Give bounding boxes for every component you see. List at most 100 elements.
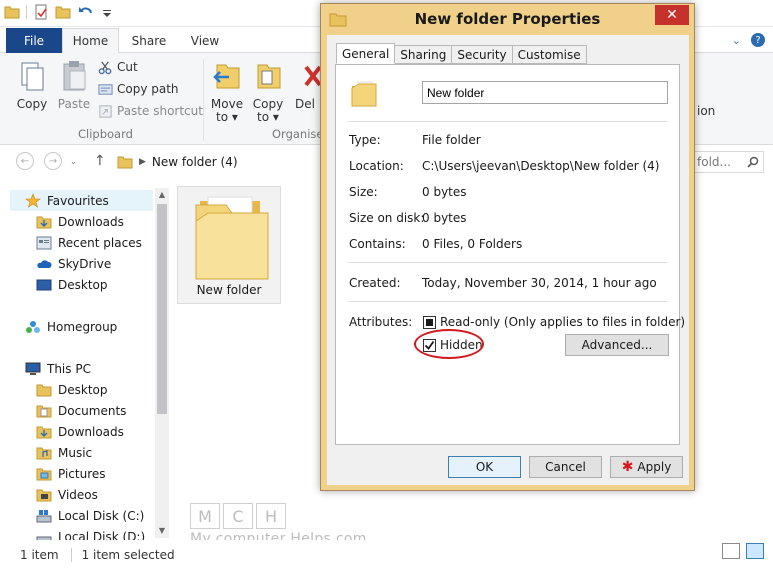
nav-desktop[interactable]: Desktop <box>36 274 108 295</box>
attributes-label: Attributes: <box>349 315 413 329</box>
size-value: 0 bytes <box>422 185 467 199</box>
nav-label: Desktop <box>58 277 108 292</box>
location-value: C:\Users\jeevan\Desktop\New folder (4) <box>422 159 660 173</box>
status-separator <box>70 547 72 562</box>
nav-pc-desktop[interactable]: Desktop <box>36 379 108 400</box>
status-bar: 1 item 1 item selected <box>0 540 773 569</box>
size-on-disk-label: Size on disk: <box>349 211 425 225</box>
drive-icon <box>36 509 52 522</box>
large-icons-view-icon[interactable] <box>746 543 764 559</box>
nav-pc-videos[interactable]: Videos <box>36 484 98 505</box>
nav-favourites[interactable]: Favourites <box>10 190 153 211</box>
recent-locations-icon[interactable]: ⌄ <box>70 157 77 166</box>
nav-skydrive[interactable]: SkyDrive <box>36 253 111 274</box>
arrow-right-icon: → <box>48 155 58 167</box>
folder-icon <box>351 81 377 107</box>
delete-button[interactable]: Del <box>290 59 320 111</box>
ribbon-partial-label: ion <box>697 104 716 118</box>
divider <box>348 262 667 263</box>
nav-label: Homegroup <box>47 319 118 334</box>
close-icon: ✕ <box>666 7 678 23</box>
properties-dialog: New folder Properties ✕ General Sharing … <box>320 3 695 491</box>
tab-sharing[interactable]: Sharing <box>395 45 453 64</box>
nav-local-disk-d[interactable]: Local Disk (D:) <box>36 526 145 540</box>
copy-path-button[interactable]: Copy path <box>98 80 179 98</box>
nav-label: Desktop <box>58 382 108 397</box>
delete-label: Del <box>295 97 315 111</box>
computer-icon <box>25 362 41 375</box>
copy-icon <box>21 62 44 91</box>
nav-label: SkyDrive <box>58 256 112 271</box>
advanced-button[interactable]: Advanced... <box>565 334 669 356</box>
forward-button[interactable]: → <box>44 152 62 170</box>
cut-label: Cut <box>117 60 138 74</box>
delete-icon <box>304 65 320 87</box>
search-box[interactable]: fold... <box>692 151 764 173</box>
customize-qat-icon[interactable] <box>99 4 115 20</box>
move-to-button[interactable]: Move to ▾ <box>205 59 249 124</box>
window-controls: ⌄ ? <box>697 27 773 53</box>
breadcrumb-folder[interactable]: New folder (4) <box>152 155 238 169</box>
back-button[interactable]: ← <box>16 152 34 170</box>
nav-this-pc[interactable]: This PC <box>25 358 91 379</box>
chevron-down-icon[interactable]: ⌄ <box>732 34 741 47</box>
copy-to-label-2: to ▾ <box>257 110 279 124</box>
new-folder-icon[interactable] <box>55 4 71 20</box>
tab-security[interactable]: Security <box>452 45 513 64</box>
folder-name-input[interactable] <box>422 81 668 104</box>
tab-file[interactable]: File <box>6 28 62 53</box>
address-bar[interactable]: ▶ New folder (4) <box>112 151 322 173</box>
tab-customise[interactable]: Customise <box>512 45 587 64</box>
nav-scrollbar[interactable]: ▲ ▼ <box>155 188 169 538</box>
nav-label: Favourites <box>47 193 109 208</box>
nav-pc-documents[interactable]: Documents <box>36 400 126 421</box>
selection-count: 1 item selected <box>81 547 175 562</box>
nav-pc-downloads[interactable]: Downloads <box>36 421 124 442</box>
help-icon[interactable]: ? <box>751 33 765 47</box>
tab-view[interactable]: View <box>180 28 230 53</box>
homegroup-icon <box>26 320 40 333</box>
scroll-up-icon[interactable]: ▲ <box>157 190 167 200</box>
copy-button[interactable]: Copy <box>10 59 54 111</box>
paste-button[interactable]: Paste <box>52 59 96 111</box>
paste-label: Paste <box>57 97 91 111</box>
readonly-checkbox[interactable] <box>423 316 436 329</box>
apply-button[interactable]: ✱ Apply <box>610 456 683 478</box>
type-label: Type: <box>349 133 381 147</box>
cut-button[interactable]: Cut <box>98 58 138 76</box>
details-view-icon[interactable] <box>722 543 740 559</box>
clipboard-group-label: Clipboard <box>78 127 133 141</box>
asterisk-icon: ✱ <box>621 459 634 475</box>
paste-shortcut-label: Paste shortcut <box>117 104 203 118</box>
ok-button[interactable]: OK <box>448 456 521 478</box>
up-arrow-icon[interactable]: ↑ <box>94 153 106 169</box>
copy-path-label: Copy path <box>117 82 179 96</box>
tab-general[interactable]: General <box>336 43 396 64</box>
downloads-folder-icon <box>36 426 52 438</box>
undo-icon[interactable] <box>77 4 93 20</box>
nav-pc-pictures[interactable]: Pictures <box>36 463 106 484</box>
created-label: Created: <box>349 276 401 290</box>
close-button[interactable]: ✕ <box>655 5 689 25</box>
search-placeholder: fold... <box>697 155 731 169</box>
scroll-thumb[interactable] <box>157 204 167 414</box>
nav-pc-music[interactable]: Music <box>36 442 92 463</box>
folder-icon <box>4 6 20 19</box>
file-item-new-folder[interactable]: New folder <box>177 186 281 304</box>
star-icon <box>25 192 41 208</box>
folder-icon <box>36 384 52 396</box>
paste-shortcut-button[interactable]: Paste shortcut <box>98 102 203 120</box>
nav-downloads[interactable]: Downloads <box>36 211 124 232</box>
nav-label: This PC <box>47 361 91 376</box>
scroll-down-icon[interactable]: ▼ <box>157 526 167 536</box>
nav-local-disk-c[interactable]: Local Disk (C:) <box>36 505 144 526</box>
properties-icon[interactable] <box>33 4 49 20</box>
qat-separator <box>26 5 27 19</box>
cancel-button[interactable]: Cancel <box>529 456 602 478</box>
nav-recent-places[interactable]: Recent places <box>36 232 142 253</box>
nav-homegroup[interactable]: Homegroup <box>25 316 117 337</box>
tab-share[interactable]: Share <box>122 28 176 53</box>
tab-home[interactable]: Home <box>62 28 119 53</box>
copy-to-button[interactable]: Copy to ▾ <box>246 59 290 124</box>
watermark-letter: M <box>190 503 220 529</box>
